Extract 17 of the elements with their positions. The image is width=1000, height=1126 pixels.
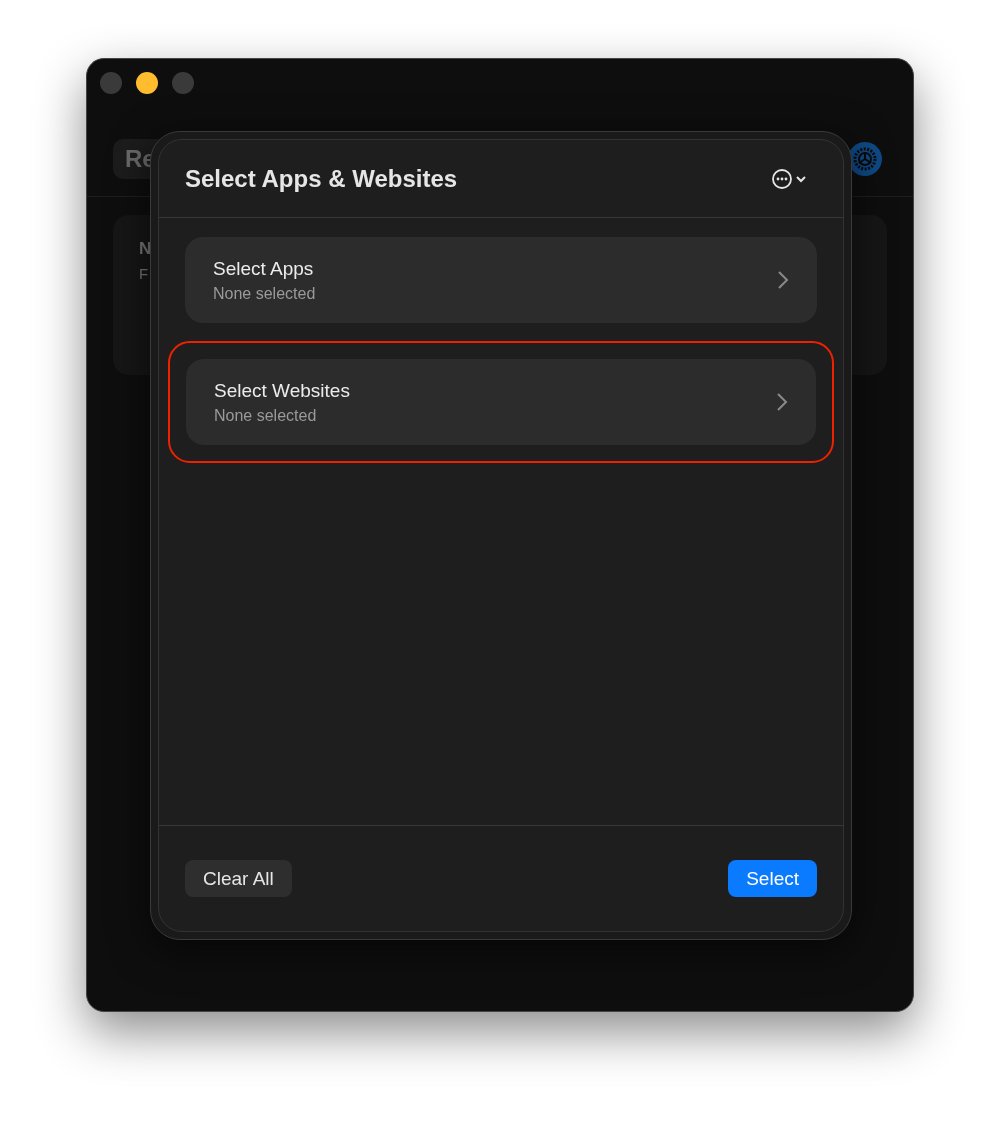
item-subtitle: None selected <box>213 284 316 303</box>
gear-icon[interactable] <box>847 141 883 177</box>
chevron-icon <box>776 392 788 412</box>
more-icon <box>771 167 809 190</box>
item-title: Select Websites <box>214 379 350 402</box>
item-title: Select Apps <box>213 257 315 280</box>
list-item[interactable]: Select Websites None selected <box>186 359 816 445</box>
secondary-button[interactable]: Clear All <box>185 860 292 897</box>
more-button[interactable] <box>771 167 809 190</box>
primary-button[interactable]: Select <box>728 860 817 897</box>
card-subtitle: F <box>139 265 149 282</box>
list-item[interactable]: Select Apps None selected <box>185 237 817 323</box>
item-subtitle: None selected <box>214 406 318 425</box>
card-title: N <box>139 239 152 259</box>
window-control[interactable] <box>136 72 158 94</box>
chevron-icon <box>777 270 789 290</box>
sheet-title: Select Apps & Websites <box>185 164 458 193</box>
